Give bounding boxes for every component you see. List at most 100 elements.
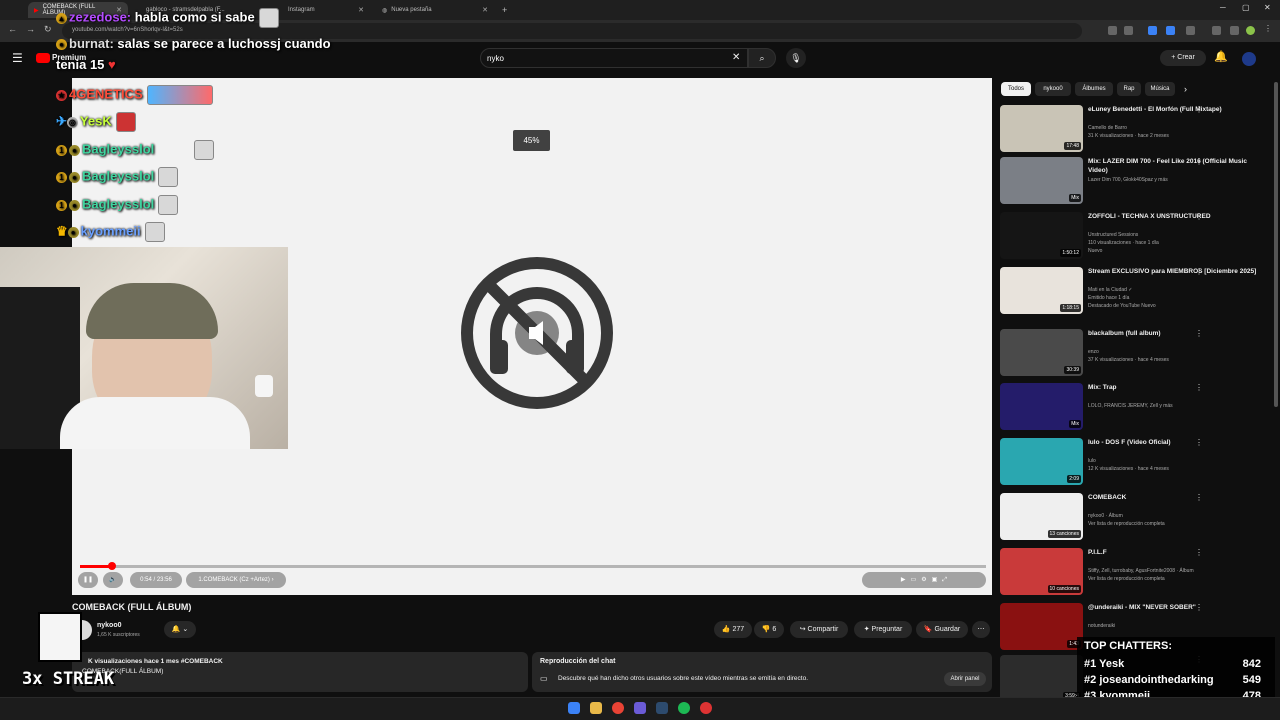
- chip-nykoo0[interactable]: nykoo0: [1035, 82, 1071, 96]
- ask-button[interactable]: ✦ Preguntar: [854, 621, 912, 638]
- recommendation-title[interactable]: COMEBACK: [1088, 493, 1268, 502]
- scrubber-handle[interactable]: [107, 562, 116, 570]
- recommendation-thumbnail[interactable]: 1:43: [1000, 603, 1083, 650]
- recommendation-thumbnail[interactable]: 1:18:15: [1000, 267, 1083, 314]
- profile-avatar-icon[interactable]: [1246, 26, 1255, 35]
- close-tab-icon[interactable]: ✕: [358, 6, 364, 14]
- recommendation-item[interactable]: Mix Mix: LAZER DIM 700 - Feel Like 2016 (…: [1000, 157, 1272, 207]
- recommendation-thumbnail[interactable]: 3:59:4: [1000, 655, 1083, 702]
- close-window-icon[interactable]: ✕: [1264, 3, 1271, 12]
- chips-next-icon[interactable]: ›: [1184, 84, 1187, 94]
- recommendation-thumbnail[interactable]: Mix: [1000, 383, 1083, 430]
- back-icon[interactable]: ←: [8, 24, 17, 34]
- recommendation-thumbnail[interactable]: Mix: [1000, 157, 1083, 204]
- share-button[interactable]: ↪ Compartir: [790, 621, 848, 638]
- discord-icon[interactable]: [634, 702, 646, 714]
- fullscreen-icon[interactable]: ⤢: [942, 577, 947, 583]
- save-button[interactable]: 🔖 Guardar: [916, 621, 968, 638]
- more-options-icon[interactable]: ⋮: [1195, 105, 1203, 114]
- menu-dots-icon[interactable]: ⋮: [1264, 24, 1273, 33]
- puzzle-icon[interactable]: [1186, 26, 1195, 35]
- description-box[interactable]: K visualizaciones hace 1 mes #COMEBACK C…: [72, 652, 528, 692]
- recommendation-item[interactable]: 17:48 eLuney Benedetti - El Morfón (Full …: [1000, 105, 1272, 155]
- forward-icon[interactable]: →: [26, 24, 35, 34]
- more-options-icon[interactable]: ⋮: [1195, 383, 1203, 392]
- recommendation-title[interactable]: ZOFFOLI - TECHNA X UNSTRUCTURED: [1088, 212, 1268, 221]
- subscribed-bell-button[interactable]: 🔔 ⌄: [164, 621, 196, 638]
- more-options-icon[interactable]: ⋮: [1195, 493, 1203, 502]
- spotify-icon[interactable]: [678, 702, 690, 714]
- hamburger-icon[interactable]: ☰: [12, 51, 23, 65]
- more-options-icon[interactable]: ⋮: [1195, 212, 1203, 221]
- tab-new[interactable]: ◍ Nueva pestaña ✕: [376, 2, 494, 18]
- recommendation-item[interactable]: 2:09 lulo - DOS F (Video Oficial) lulo 12 K…: [1000, 438, 1272, 488]
- youtube-logo-icon[interactable]: [36, 53, 50, 63]
- chip-rap[interactable]: Rap: [1117, 82, 1141, 96]
- create-button[interactable]: + Crear: [1160, 50, 1206, 66]
- channel-name[interactable]: nykoo0: [97, 622, 122, 629]
- recommendation-title[interactable]: blackalbum (full album): [1088, 329, 1268, 338]
- notifications-bell-icon[interactable]: 🔔: [1214, 50, 1228, 63]
- recommendation-item[interactable]: 1:50:12 ZOFFOLI - TECHNA X UNSTRUCTURED Un…: [1000, 212, 1272, 262]
- recommendation-thumbnail[interactable]: 10 canciones: [1000, 548, 1083, 595]
- recommendation-title[interactable]: Stream EXCLUSIVO para MIEMBROS [Diciembr…: [1088, 267, 1268, 276]
- dislike-button[interactable]: 👎 6: [754, 621, 784, 638]
- recommendation-item[interactable]: Mix Mix: Trap LOLO, FRANCIS JEREMY, Zell y…: [1000, 383, 1272, 433]
- subtitles-icon[interactable]: ▭: [911, 577, 917, 583]
- recommendation-item[interactable]: 10 canciones P.I.L.F Stiffy, Zell, turroba…: [1000, 548, 1272, 598]
- reload-icon[interactable]: ↻: [44, 24, 52, 35]
- recommendation-thumbnail[interactable]: 1:50:12: [1000, 212, 1083, 259]
- pause-button[interactable]: ❚❚: [78, 572, 98, 588]
- close-tab-icon[interactable]: ✕: [482, 6, 488, 14]
- new-tab-button[interactable]: +: [496, 2, 513, 18]
- search-input[interactable]: nyko: [480, 48, 748, 68]
- recommendation-thumbnail[interactable]: 17:48: [1000, 105, 1083, 152]
- search-icon[interactable]: ⌕: [748, 48, 776, 68]
- recommendation-title[interactable]: eLuney Benedetti - El Morfón (Full Mixta…: [1088, 105, 1268, 114]
- minimize-icon[interactable]: ─: [1220, 3, 1226, 12]
- extension-icon[interactable]: [1166, 26, 1175, 35]
- more-options-icon[interactable]: ⋮: [1195, 267, 1203, 276]
- more-options-icon[interactable]: ⋮: [1195, 548, 1203, 557]
- recommendation-title[interactable]: Mix: Trap: [1088, 383, 1268, 392]
- mic-icon[interactable]: 🎙: [786, 48, 806, 68]
- star-icon[interactable]: [1124, 26, 1133, 35]
- recommendation-title[interactable]: lulo - DOS F (Video Oficial): [1088, 438, 1268, 447]
- settings-gear-icon[interactable]: ⚙: [921, 577, 926, 583]
- recommendation-thumbnail[interactable]: 13 canciones: [1000, 493, 1083, 540]
- more-options-icon[interactable]: ⋮: [1195, 603, 1203, 612]
- obs-icon[interactable]: [700, 702, 712, 714]
- more-options-icon[interactable]: ⋮: [1195, 329, 1203, 338]
- chip-musica[interactable]: Música: [1145, 82, 1175, 96]
- progress-bar[interactable]: [80, 565, 986, 568]
- maximize-icon[interactable]: ▢: [1242, 3, 1250, 12]
- recommendation-item[interactable]: 30:39 blackalbum (full album) enzo 37 K vis…: [1000, 329, 1272, 379]
- cast-icon[interactable]: [1108, 26, 1117, 35]
- more-options-icon[interactable]: ⋮: [1195, 438, 1203, 447]
- autoplay-icon[interactable]: ▶: [901, 577, 906, 583]
- like-button[interactable]: 👍 277: [714, 621, 752, 638]
- scrollbar-thumb[interactable]: [1274, 82, 1278, 407]
- recommendation-item[interactable]: 13 canciones COMEBACK nykoo0 · Álbum Ver li…: [1000, 493, 1272, 543]
- steam-icon[interactable]: [656, 702, 668, 714]
- chip-albumes[interactable]: Álbumes: [1075, 82, 1113, 96]
- miniplayer-icon[interactable]: ▣: [932, 577, 938, 583]
- file-explorer-icon[interactable]: [590, 702, 602, 714]
- sidebar-icon[interactable]: [1230, 26, 1239, 35]
- chip-todos[interactable]: Todos: [1001, 82, 1031, 96]
- clear-search-icon[interactable]: ✕: [732, 52, 740, 63]
- windows-start-icon[interactable]: [568, 702, 580, 714]
- recommendation-title[interactable]: P.I.L.F: [1088, 548, 1268, 557]
- chapter-button[interactable]: 1.COMEBACK (Cz +Artez) ›: [186, 572, 286, 588]
- download-icon[interactable]: [1212, 26, 1221, 35]
- recommendation-title[interactable]: @underaiki - MIX "NEVER SOBER": [1088, 603, 1268, 612]
- extension-icon[interactable]: [1148, 26, 1157, 35]
- recommendation-title[interactable]: Mix: LAZER DIM 700 - Feel Like 2016 (Off…: [1088, 157, 1268, 175]
- volume-icon[interactable]: 🔈: [103, 572, 123, 588]
- open-panel-button[interactable]: Abrir panel: [944, 672, 986, 686]
- more-actions-icon[interactable]: ⋯: [972, 621, 990, 638]
- recommendation-thumbnail[interactable]: 2:09: [1000, 438, 1083, 485]
- more-options-icon[interactable]: ⋮: [1195, 157, 1203, 166]
- chrome-icon[interactable]: [612, 702, 624, 714]
- recommendation-thumbnail[interactable]: 30:39: [1000, 329, 1083, 376]
